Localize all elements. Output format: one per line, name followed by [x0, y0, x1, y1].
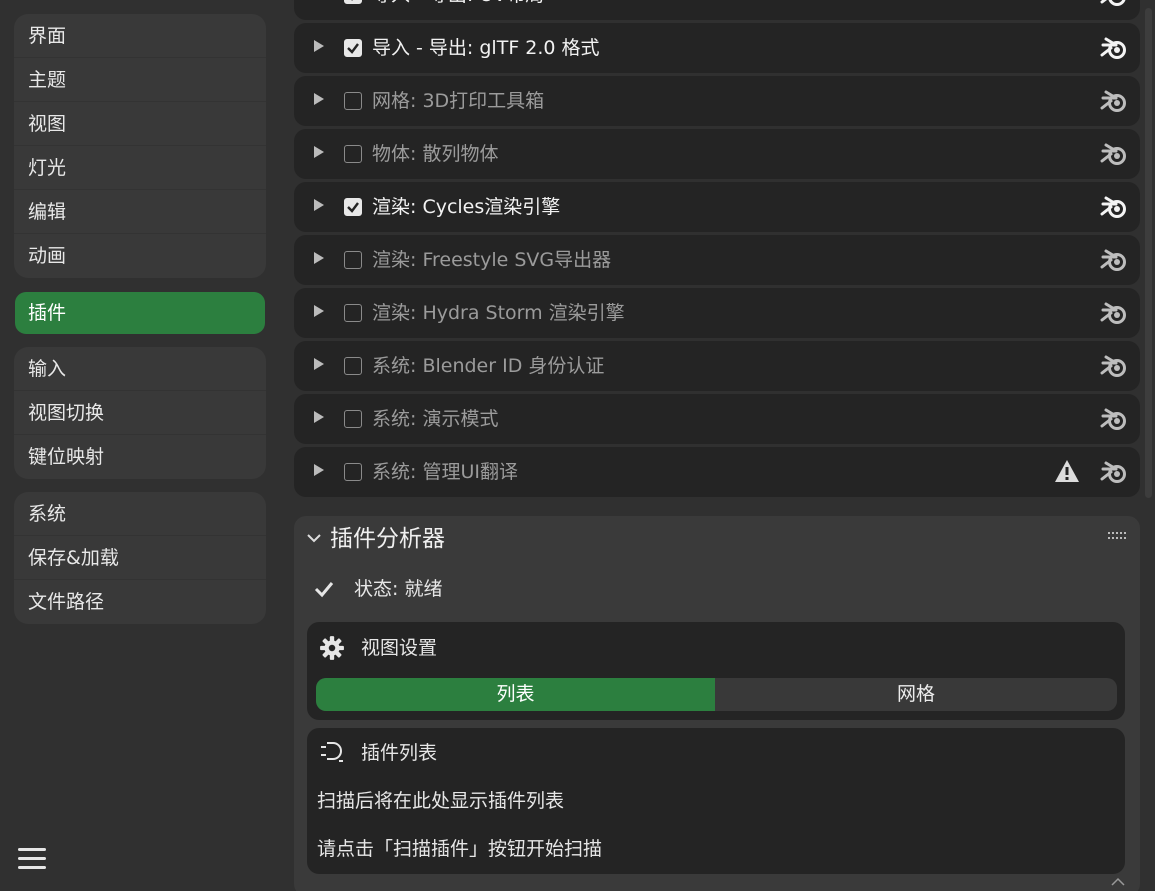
expand-triangle-icon[interactable]: [314, 252, 324, 264]
addon-analyzer-panel: 插件分析器 状态: 就绪 视图设置 列表 网格 插件列表 扫描后将在此处显示插件…: [294, 516, 1140, 891]
addon-row[interactable]: 系统: Blender ID 身份认证: [294, 341, 1140, 391]
view-mode-grid-option[interactable]: 网格: [715, 678, 1117, 711]
addon-list-box: 插件列表 扫描后将在此处显示插件列表 请点击「扫描插件」按钮开始扫描: [307, 728, 1125, 874]
addon-label: 网格: 3D打印工具箱: [372, 90, 545, 112]
view-mode-list-option[interactable]: 列表: [316, 678, 715, 711]
expand-triangle-icon[interactable]: [314, 93, 324, 105]
addon-row[interactable]: 导入 - 导出: UV布局: [294, 0, 1140, 20]
expand-triangle-icon[interactable]: [314, 464, 324, 476]
addon-label: 系统: 管理UI翻译: [372, 461, 518, 483]
addon-label: 导入 - 导出: glTF 2.0 格式: [372, 37, 600, 59]
addons-main-area: 导入 - 导出: UV布局导入 - 导出: glTF 2.0 格式网格: 3D打…: [280, 0, 1155, 891]
addon-enable-checkbox[interactable]: [344, 304, 362, 322]
addon-list-title: 插件列表: [361, 742, 438, 764]
addon-enable-checkbox[interactable]: [344, 39, 362, 57]
expand-triangle-icon[interactable]: [314, 146, 324, 158]
nav-item-keymap[interactable]: 键位映射: [14, 435, 266, 479]
addon-enable-checkbox[interactable]: [344, 463, 362, 481]
expand-triangle-icon[interactable]: [314, 358, 324, 370]
addon-label: 导入 - 导出: UV布局: [372, 0, 544, 20]
nav-group-input: 输入 视图切换 键位映射: [14, 347, 266, 479]
nav-item-lights[interactable]: 灯光: [14, 146, 266, 190]
addon-label: 物体: 散列物体: [372, 143, 499, 165]
nav-item-addons[interactable]: 插件: [15, 292, 265, 334]
nav-group-general: 界面 主题 视图 灯光 编辑 动画: [14, 14, 266, 278]
blender-logo-icon: [1100, 194, 1128, 220]
addon-label: 渲染: Cycles渲染引擎: [372, 196, 561, 218]
addon-label: 渲染: Hydra Storm 渲染引擎: [372, 302, 625, 324]
blender-logo-icon: [1100, 353, 1128, 379]
nav-item-animation[interactable]: 动画: [14, 234, 266, 278]
addon-row[interactable]: 物体: 散列物体: [294, 129, 1140, 179]
nav-item-system[interactable]: 系统: [14, 492, 266, 536]
nav-item-themes[interactable]: 主题: [14, 58, 266, 102]
addon-row[interactable]: 导入 - 导出: glTF 2.0 格式: [294, 23, 1140, 73]
hamburger-menu-icon[interactable]: [18, 848, 46, 872]
preferences-sidebar: 界面 主题 视图 灯光 编辑 动画 插件 输入 视图切换 键位映射 系统 保存&…: [0, 0, 280, 891]
addon-row[interactable]: 渲染: Freestyle SVG导出器: [294, 235, 1140, 285]
blender-logo-icon: [1100, 88, 1128, 114]
blender-logo-icon: [1100, 0, 1128, 8]
addon-plug-icon: [321, 742, 343, 762]
nav-item-interface[interactable]: 界面: [14, 14, 266, 58]
nav-group-system: 系统 保存&加载 文件路径: [14, 492, 266, 624]
checkmark-icon: [314, 582, 334, 598]
nav-item-editing[interactable]: 编辑: [14, 190, 266, 234]
addon-row[interactable]: 系统: 演示模式: [294, 394, 1140, 444]
addon-label: 系统: Blender ID 身份认证: [372, 355, 605, 377]
addon-enable-checkbox[interactable]: [344, 251, 362, 269]
addon-label: 系统: 演示模式: [372, 408, 499, 430]
addon-row[interactable]: 渲染: Cycles渲染引擎: [294, 182, 1140, 232]
view-settings-box: 视图设置 列表 网格: [307, 622, 1125, 720]
nav-item-navigation[interactable]: 视图切换: [14, 391, 266, 435]
addon-enable-checkbox[interactable]: [344, 145, 362, 163]
nav-item-viewport[interactable]: 视图: [14, 102, 266, 146]
view-mode-toggle: 列表 网格: [316, 678, 1117, 711]
expand-triangle-icon[interactable]: [314, 411, 324, 423]
expand-triangle-icon[interactable]: [314, 199, 324, 211]
drag-grip-icon[interactable]: [1108, 532, 1128, 540]
view-settings-title: 视图设置: [361, 637, 438, 659]
addon-enable-checkbox[interactable]: [344, 198, 362, 216]
nav-item-input[interactable]: 输入: [14, 347, 266, 391]
addon-enable-checkbox[interactable]: [344, 357, 362, 375]
status-text: 状态: 就绪: [354, 578, 443, 600]
addon-list-hint-1: 扫描后将在此处显示插件列表: [317, 790, 565, 812]
scrollbar[interactable]: [1145, 8, 1152, 498]
addon-label: 渲染: Freestyle SVG导出器: [372, 249, 612, 271]
blender-logo-icon: [1100, 406, 1128, 432]
chevron-up-icon[interactable]: [1110, 877, 1126, 887]
gear-icon: [320, 636, 344, 660]
addon-list-hint-2: 请点击「扫描插件」按钮开始扫描: [317, 838, 603, 860]
nav-item-save-load[interactable]: 保存&加载: [14, 536, 266, 580]
blender-logo-icon: [1100, 459, 1128, 485]
expand-triangle-icon[interactable]: [314, 305, 324, 317]
addon-enable-checkbox[interactable]: [344, 410, 362, 428]
nav-item-file-paths[interactable]: 文件路径: [14, 580, 266, 624]
addon-row[interactable]: 系统: 管理UI翻译: [294, 447, 1140, 497]
addon-enable-checkbox[interactable]: [344, 0, 362, 4]
blender-logo-icon: [1100, 247, 1128, 273]
addon-enable-checkbox[interactable]: [344, 92, 362, 110]
panel-title[interactable]: 插件分析器: [330, 524, 445, 554]
addon-row[interactable]: 网格: 3D打印工具箱: [294, 76, 1140, 126]
chevron-down-icon[interactable]: [306, 530, 322, 546]
blender-logo-icon: [1100, 300, 1128, 326]
addon-row[interactable]: 渲染: Hydra Storm 渲染引擎: [294, 288, 1140, 338]
blender-logo-icon: [1100, 35, 1128, 61]
expand-triangle-icon[interactable]: [314, 40, 324, 52]
blender-logo-icon: [1100, 141, 1128, 167]
warning-icon: [1054, 459, 1080, 483]
